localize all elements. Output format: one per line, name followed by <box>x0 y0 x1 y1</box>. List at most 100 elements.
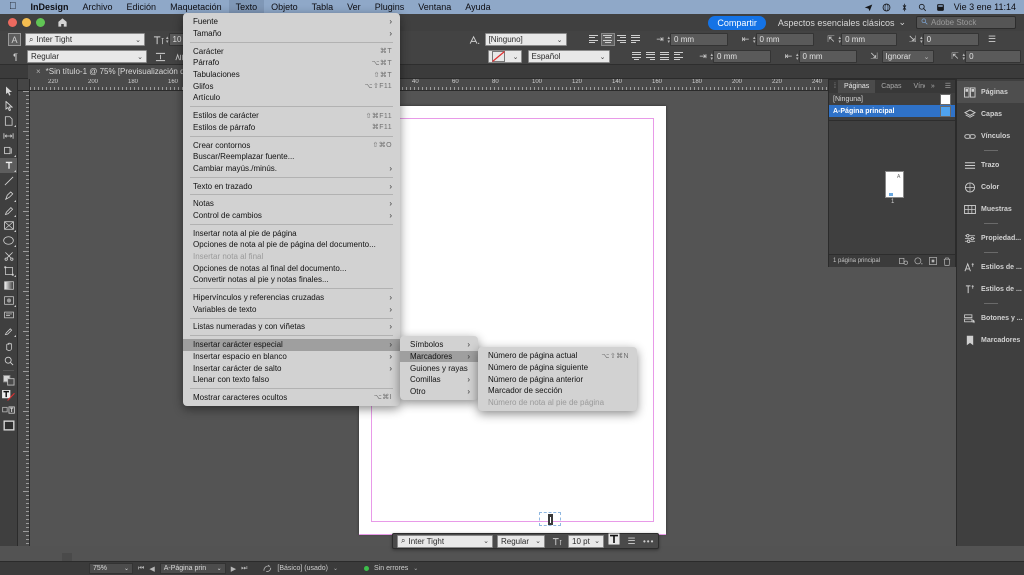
menu-item-s-mbolos[interactable]: Símbolos› <box>400 339 478 351</box>
indent-right-field[interactable]: 0 mm <box>756 33 814 46</box>
font-style-field[interactable]: Regular ⌄ <box>27 50 147 63</box>
float-font-style-field[interactable]: Regular ⌄ <box>497 535 545 548</box>
float-type-tool-button[interactable] <box>608 532 620 550</box>
page-tool[interactable] <box>0 113 17 128</box>
menu-item-tama-o[interactable]: Tamaño› <box>183 28 400 40</box>
menu-indesign[interactable]: InDesign <box>24 0 76 14</box>
delete-page-icon[interactable] <box>943 257 951 266</box>
last-page-button[interactable]: ⏭ <box>241 565 247 573</box>
marcadores-submenu[interactable]: Número de página actual⌥⇧⌘NNúmero de pág… <box>478 347 637 411</box>
menu-item-variables-de-texto[interactable]: Variables de texto› <box>183 303 400 315</box>
close-window-button[interactable] <box>8 18 17 27</box>
globe-icon[interactable] <box>882 3 891 12</box>
menu-item-insertar-car-cter-especial[interactable]: Insertar carácter especial› <box>183 339 400 351</box>
dock-group-grip[interactable] <box>957 300 1024 307</box>
dock-item-trazo[interactable]: Trazo <box>957 154 1024 176</box>
menu-item-estilos-de-car-cter[interactable]: Estilos de carácter⇧⌘F11 <box>183 110 400 122</box>
menu-item-n-mero-de-p-gina-anterior[interactable]: Número de página anterior <box>478 373 637 385</box>
free-transform-tool[interactable] <box>0 263 17 278</box>
gradient-feather-tool[interactable] <box>0 293 17 308</box>
menu-item-control-de-cambios[interactable]: Control de cambios› <box>183 210 400 222</box>
menu-archivo[interactable]: Archivo <box>76 0 120 14</box>
dock-group-grip[interactable] <box>957 220 1024 227</box>
menu-edicion[interactable]: Edición <box>120 0 164 14</box>
justify-left-button[interactable] <box>629 33 643 46</box>
menu-item-tabulaciones[interactable]: Tabulaciones⇧⌘T <box>183 69 400 81</box>
align-right-button[interactable] <box>615 33 629 46</box>
menu-item-n-mero-de-p-gina-siguiente[interactable]: Número de página siguiente <box>478 362 637 374</box>
dock-item-estilos-de[interactable]: Estilos de ... <box>957 256 1024 278</box>
menu-item-guiones-y-rayas[interactable]: Guiones y rayas› <box>400 362 478 374</box>
ellipse-tool[interactable] <box>0 233 17 248</box>
menu-maquetacion[interactable]: Maquetación <box>163 0 229 14</box>
dock-item-muestras[interactable]: Muestras <box>957 198 1024 220</box>
fill-stroke-swatch-tool[interactable] <box>0 388 17 403</box>
content-collector-tool[interactable] <box>0 143 17 158</box>
zoom-tool[interactable] <box>0 353 17 368</box>
menu-item-crear-contornos[interactable]: Crear contornos⇧⌘O <box>183 139 400 151</box>
menu-item-insertar-nota-al-pie-de-p-gina[interactable]: Insertar nota al pie de página <box>183 227 400 239</box>
tab-capas[interactable]: Capas <box>875 80 907 93</box>
ruler-origin[interactable] <box>18 79 30 91</box>
pencil-tool[interactable] <box>0 203 17 218</box>
paragraph-style-field[interactable]: [Ninguno] ⌄ <box>485 33 567 46</box>
align-left-button[interactable] <box>587 33 601 46</box>
new-page-icon[interactable] <box>929 257 937 265</box>
pen-tool[interactable] <box>0 188 17 203</box>
texto-dropdown-menu[interactable]: Fuente›Tamaño›Carácter⌘TPárrafo⌥⌘TTabula… <box>183 13 400 406</box>
menu-texto[interactable]: Texto <box>229 0 265 14</box>
drop-cap-chars-field[interactable]: 0 <box>965 50 1021 63</box>
next-page-button[interactable]: ▶ <box>231 565 236 573</box>
character-formatting-icon[interactable]: A <box>8 33 21 46</box>
paragraph-formatting-icon[interactable]: ¶ <box>8 50 23 64</box>
gradient-swatch-tool[interactable] <box>0 278 17 293</box>
menu-item-cambiar-may-s-min-s[interactable]: Cambiar mayús./minús.› <box>183 163 400 175</box>
language-field[interactable]: Español ⌄ <box>528 50 610 63</box>
zoom-level-field[interactable]: 75% ⌄ <box>89 563 133 574</box>
eyedropper-tool[interactable] <box>0 323 17 338</box>
dock-group-grip[interactable] <box>957 249 1024 256</box>
previous-page-button[interactable]: ◀ <box>149 565 154 573</box>
menu-item-p-rrafo[interactable]: Párrafo⌥⌘T <box>183 57 400 69</box>
float-font-family-field[interactable]: ⌕ Inter Tight ⌄ <box>397 535 493 548</box>
gap-tool[interactable] <box>0 128 17 143</box>
panel-menu-icon[interactable]: ☰ <box>941 80 955 93</box>
dock-group-grip[interactable] <box>957 147 1024 154</box>
maximize-window-button[interactable] <box>36 18 45 27</box>
floating-text-toolbar[interactable]: ⌕ Inter Tight ⌄ Regular ⌄ 10 pt ⌄ ☰ ••• <box>392 533 659 549</box>
menubar-clock[interactable]: Vie 3 ene 11:14 <box>954 2 1016 12</box>
master-row-none[interactable]: [Ninguna] <box>829 93 955 105</box>
align-center-button[interactable] <box>601 33 615 46</box>
menu-tabla[interactable]: Tabla <box>305 0 341 14</box>
menu-item-car-cter[interactable]: Carácter⌘T <box>183 45 400 57</box>
note-tool[interactable] <box>0 308 17 323</box>
telegram-icon[interactable] <box>864 3 873 12</box>
collapse-panel-icon[interactable]: » <box>925 80 941 93</box>
float-font-size-field[interactable]: 10 pt ⌄ <box>568 535 604 548</box>
line-tool[interactable] <box>0 173 17 188</box>
chevron-down-icon[interactable]: ⌄ <box>333 565 338 572</box>
bulleted-list-button[interactable]: ☰ <box>985 33 1000 47</box>
insertar-caracter-especial-submenu[interactable]: Símbolos›Marcadores›Guiones y rayas›Comi… <box>400 336 478 400</box>
document-page[interactable] <box>359 106 666 534</box>
justify-center-button[interactable] <box>630 50 644 63</box>
adobe-stock-search[interactable]: Adobe Stock <box>916 16 1016 29</box>
master-row-a[interactable]: A-Página principal <box>829 105 955 117</box>
menu-ventana[interactable]: Ventana <box>411 0 458 14</box>
close-icon[interactable]: × <box>36 67 41 76</box>
fill-stroke-proxy[interactable] <box>0 373 17 388</box>
menu-item-n-mero-de-p-gina-actual[interactable]: Número de página actual⌥⇧⌘N <box>478 350 637 362</box>
dock-item-botones-y[interactable]: Botones y ... <box>957 307 1024 329</box>
menu-ver[interactable]: Ver <box>340 0 368 14</box>
menu-item-mostrar-caracteres-ocultos[interactable]: Mostrar caracteres ocultos⌥⌘I <box>183 392 400 404</box>
chevron-down-icon[interactable]: ⌄ <box>413 565 418 572</box>
preflight-icon[interactable] <box>263 564 272 573</box>
menu-item-hiperv-nculos-y-referencias-cruzadas[interactable]: Hipervínculos y referencias cruzadas› <box>183 292 400 304</box>
bluetooth-icon[interactable] <box>900 3 909 12</box>
home-icon[interactable] <box>57 17 68 28</box>
indent-left-field[interactable]: 0 mm <box>670 33 728 46</box>
dock-item-v-nculos[interactable]: Vínculos <box>957 125 1024 147</box>
fill-stroke-swatch[interactable]: ⌄ <box>488 50 522 63</box>
dock-item-capas[interactable]: Capas <box>957 103 1024 125</box>
direct-selection-tool[interactable] <box>0 98 17 113</box>
